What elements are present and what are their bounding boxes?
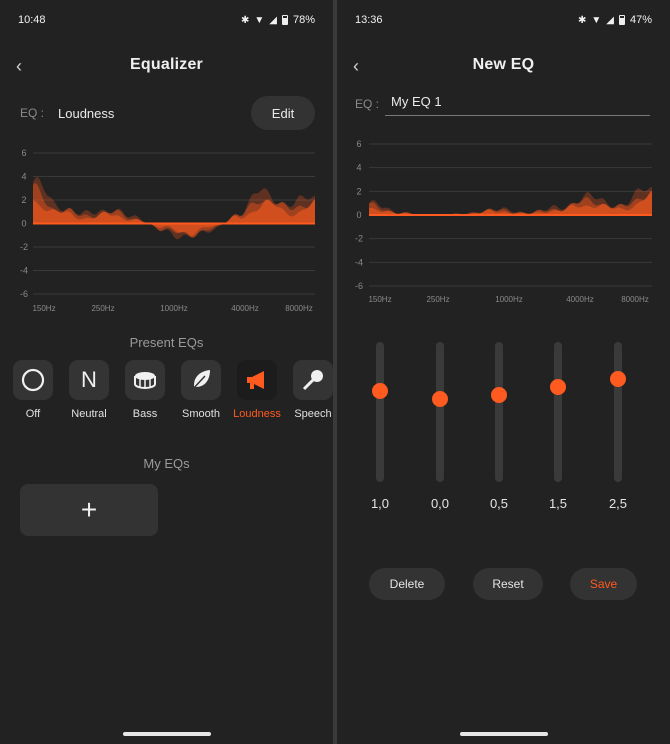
y-tick-label: 0: [356, 210, 361, 220]
battery-icon: [281, 15, 288, 25]
status-bar: 13:36 ✱ ▼ ◢ 47%: [355, 12, 652, 28]
preset-label: Neutral: [71, 408, 107, 420]
preset-label: Bass: [132, 408, 158, 420]
circle-icon: [21, 368, 45, 392]
eq-label: EQ :: [355, 97, 380, 111]
y-tick-label: -2: [20, 242, 28, 252]
preset-neutral[interactable]: N Neutral: [68, 360, 110, 420]
home-indicator[interactable]: [459, 732, 548, 736]
signal-icon: ◢: [606, 14, 614, 26]
status-bar: 10:48 ✱ ▼ ◢ 78%: [18, 12, 315, 28]
preset-label: Off: [25, 408, 41, 420]
preset-label: Loudness: [233, 408, 281, 420]
megaphone-icon: [247, 371, 264, 389]
home-indicator[interactable]: [122, 732, 211, 736]
reset-button[interactable]: Reset: [473, 568, 543, 600]
y-tick-label: 0: [21, 219, 26, 229]
eq-current-value: Loudness: [58, 105, 115, 121]
band-slider-knob[interactable]: [550, 378, 566, 395]
signal-icon: ◢: [269, 14, 277, 26]
presets-list: Off N Neutral Bass Smooth Loudness Speec…: [12, 360, 333, 420]
y-tick-label: -2: [355, 234, 363, 244]
preset-smooth[interactable]: Smooth: [180, 360, 222, 420]
status-time: 10:48: [18, 14, 46, 26]
eq-curve-chart: 6 4 2 0 -2 -4 -6 150Hz 250Hz 1000Hz 4000Hz 8000Hz: [0, 140, 333, 320]
band-slider-knob[interactable]: [491, 386, 507, 403]
bluetooth-icon: ✱: [577, 14, 587, 26]
y-tick-label: 6: [356, 139, 361, 149]
x-tick-label: 250Hz: [91, 304, 114, 313]
y-tick-label: 4: [356, 163, 361, 173]
band-slider-knob[interactable]: [372, 382, 388, 399]
wifi-icon: ▼: [254, 14, 265, 26]
preset-speech[interactable]: Speech: [292, 360, 333, 420]
eq-name-row: EQ : My EQ 1: [355, 92, 650, 116]
x-tick-label: 4000Hz: [566, 295, 594, 304]
eq-curve-chart: 6 4 2 0 -2 -4 -6 150Hz 250Hz 1000Hz 4000Hz 8000Hz: [337, 132, 670, 310]
x-tick-label: 1000Hz: [160, 304, 188, 313]
y-tick-label: 4: [21, 172, 26, 182]
add-eq-button[interactable]: +: [20, 484, 158, 536]
my-eqs-heading: My EQs: [143, 456, 190, 471]
page-title: New EQ: [472, 56, 535, 73]
band-value-label: 1,0: [370, 496, 390, 511]
preset-loudness[interactable]: Loudness: [233, 360, 281, 420]
microphone-icon: [302, 370, 323, 391]
feather-icon: [191, 370, 210, 391]
delete-button[interactable]: Delete: [369, 568, 445, 600]
eq-label: EQ :: [20, 106, 45, 120]
bluetooth-icon: ✱: [240, 14, 250, 26]
eq-name-input[interactable]: My EQ 1: [385, 92, 650, 116]
y-tick-label: 2: [21, 195, 26, 205]
x-tick-label: 150Hz: [32, 304, 55, 313]
eq-curve-svg: 6 4 2 0 -2 -4 -6 150Hz 250Hz 1000Hz 4000Hz 8000Hz: [355, 139, 652, 304]
battery-icon: [618, 15, 625, 25]
y-tick-label: 6: [21, 148, 26, 158]
y-tick-label: -6: [20, 289, 28, 299]
preset-label: Smooth: [182, 408, 220, 420]
band-slider-track[interactable]: [372, 342, 388, 482]
battery-percent: 78%: [292, 14, 315, 26]
drum-icon: [134, 372, 156, 389]
y-tick-label: -6: [355, 281, 363, 291]
wifi-icon: ▼: [591, 14, 602, 26]
band-slider-track[interactable]: [610, 342, 626, 482]
eq-selector-row: EQ : Loudness Edit: [20, 96, 315, 130]
band-value-label: 2,5: [608, 496, 628, 511]
x-tick-label: 250Hz: [426, 295, 449, 304]
y-tick-label: 2: [356, 186, 361, 196]
presets-heading: Present EQs: [129, 335, 204, 350]
preset-label: Speech: [294, 408, 332, 420]
band-value-label: 0,5: [489, 496, 509, 511]
edit-button[interactable]: Edit: [251, 96, 315, 130]
save-button[interactable]: Save: [570, 568, 637, 600]
band-slider-track[interactable]: [550, 342, 566, 482]
battery-percent: 47%: [629, 14, 652, 26]
new-eq-screen: 13:36 ✱ ▼ ◢ 47% ‹ New EQ EQ : My EQ 1 64…: [337, 0, 670, 744]
y-tick-label: -4: [355, 257, 363, 267]
page-title: Equalizer: [130, 56, 203, 73]
band-value-label: 1,5: [548, 496, 568, 511]
y-tick-label: -4: [20, 266, 28, 276]
n-letter-icon: N: [81, 367, 97, 392]
preset-bass[interactable]: Bass: [124, 360, 166, 420]
band-value-label: 0,0: [430, 496, 450, 511]
preset-off[interactable]: Off: [12, 360, 54, 420]
status-time: 13:36: [355, 14, 383, 26]
x-tick-label: 150Hz: [368, 295, 391, 304]
eq-curve-svg: 6 4 2 0 -2 -4 -6 150Hz 250Hz 1000Hz 4000Hz 8000Hz: [20, 148, 315, 313]
band-slider-knob[interactable]: [432, 391, 448, 407]
band-slider-track[interactable]: [491, 342, 507, 482]
band-slider-knob[interactable]: [610, 370, 626, 387]
x-tick-label: 8000Hz: [621, 295, 649, 304]
x-tick-label: 4000Hz: [231, 304, 259, 313]
x-tick-label: 1000Hz: [495, 295, 523, 304]
equalizer-screen: 10:48 ✱ ▼ ◢ 78% ‹ Equalizer EQ : Loudnes…: [0, 0, 333, 744]
x-tick-label: 8000Hz: [285, 304, 313, 313]
band-slider-track[interactable]: [432, 342, 448, 482]
